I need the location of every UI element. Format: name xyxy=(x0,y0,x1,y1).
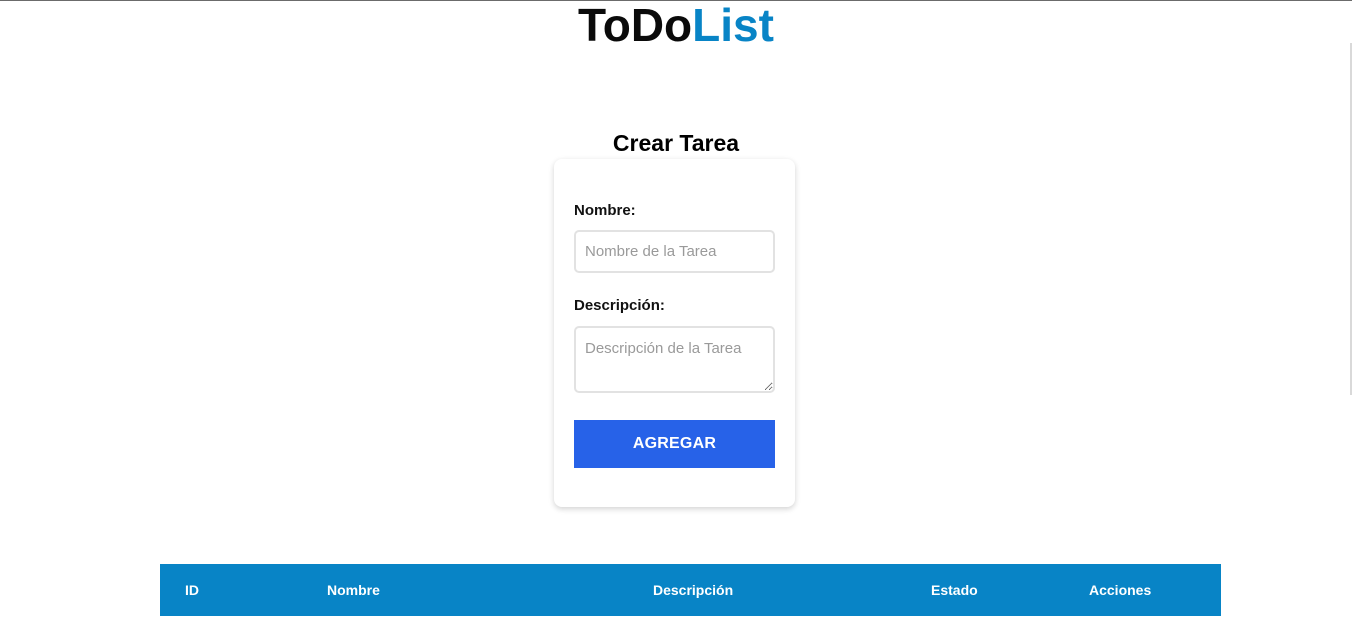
name-label: Nombre: xyxy=(574,202,636,219)
logo-list-text: List xyxy=(692,0,774,51)
description-label: Descripción: xyxy=(574,297,665,314)
task-description-textarea[interactable] xyxy=(574,326,775,393)
column-header-acciones: Acciones xyxy=(1089,582,1152,598)
tasks-table-header: ID Nombre Descripción Estado Acciones xyxy=(160,564,1221,616)
task-name-input[interactable] xyxy=(574,230,775,273)
app-logo: ToDoList xyxy=(0,1,1352,49)
column-header-descripcion: Descripción xyxy=(653,582,734,598)
form-title: Crear Tarea xyxy=(612,130,740,156)
create-task-card: Nombre: Descripción: AGREGAR xyxy=(554,159,795,507)
column-header-id: ID xyxy=(185,582,199,598)
column-header-estado: Estado xyxy=(931,582,978,598)
logo-todo-text: ToDo xyxy=(578,0,693,51)
add-task-button[interactable]: AGREGAR xyxy=(574,420,775,468)
column-header-nombre: Nombre xyxy=(327,582,380,598)
